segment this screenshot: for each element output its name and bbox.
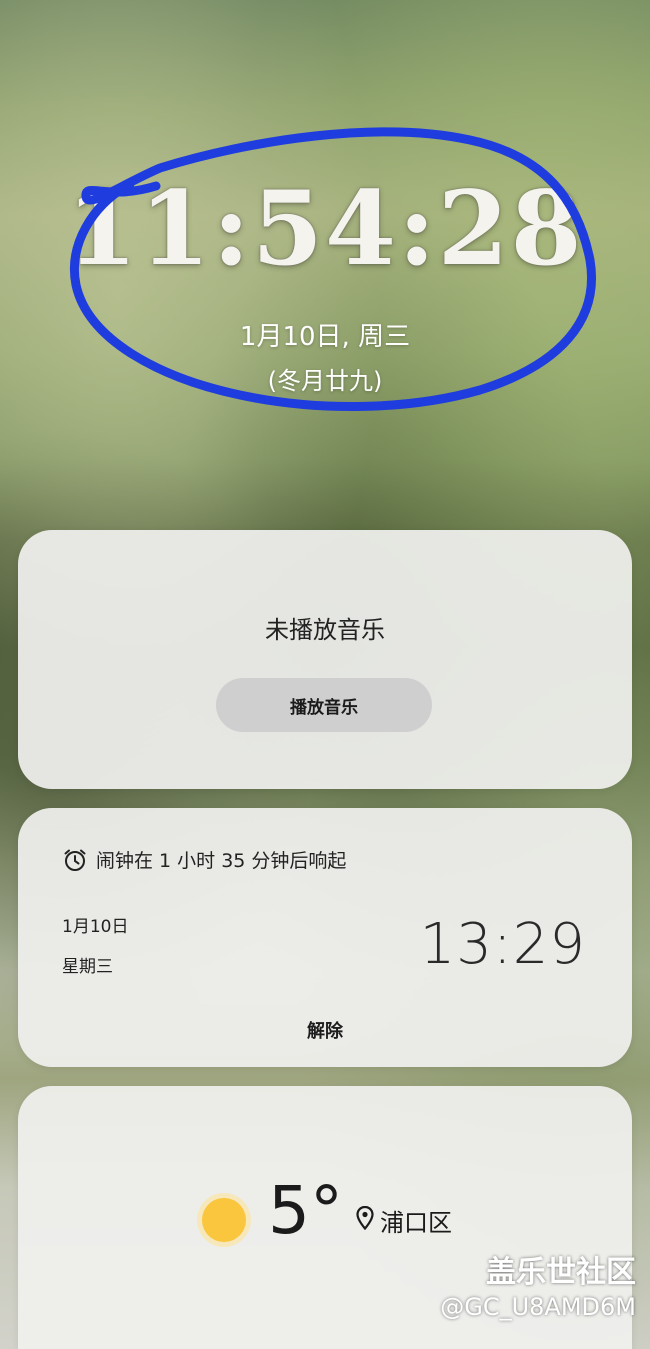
music-status: 未播放音乐 [265, 616, 385, 644]
alarm-widget: 闹钟在 1 小时 35 分钟后响起 1月10日 星期三 13:29 解除 [18, 808, 632, 1067]
alarm-time: 13:29 [419, 912, 586, 977]
lockscreen-clock: 11:54:28 [66, 169, 584, 289]
dismiss-alarm-button[interactable]: 解除 [18, 1016, 632, 1044]
alarm-header: 闹钟在 1 小时 35 分钟后响起 [62, 846, 346, 873]
music-widget: 未播放音乐 播放音乐 [18, 530, 632, 789]
alarm-weekday: 星期三 [62, 957, 113, 977]
weather-location: 浦口区 [380, 1209, 452, 1237]
watermark-community: 盖乐世社区 [486, 1255, 636, 1290]
alarm-countdown-text: 闹钟在 1 小时 35 分钟后响起 [96, 850, 347, 872]
lockscreen-lunar-date: (冬月廿九) [267, 367, 383, 395]
lockscreen-date: 1月10日, 周三 [239, 322, 411, 352]
alarm-clock-icon [64, 849, 86, 871]
sun-icon [197, 1193, 251, 1247]
watermark-user: @GC_U8AMD6M [440, 1293, 636, 1321]
alarm-date: 1月10日 [62, 917, 129, 937]
play-music-button[interactable]: 播放音乐 [216, 678, 432, 732]
weather-temperature: 5° [268, 1172, 343, 1249]
location-pin-icon [356, 1206, 374, 1230]
